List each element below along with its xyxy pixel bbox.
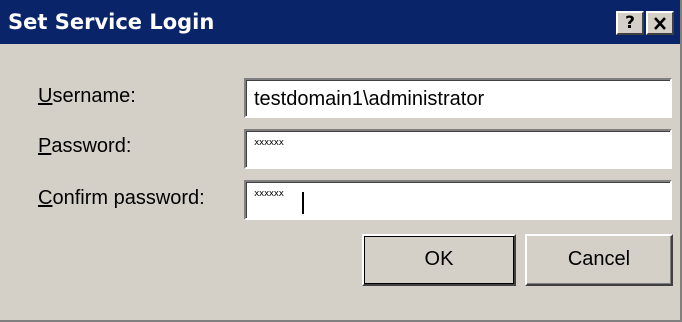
password-masked-value: xxxxxx xyxy=(254,138,284,148)
password-label-mnemonic: P xyxy=(38,135,52,157)
username-label-text: sername: xyxy=(52,85,136,107)
close-icon xyxy=(654,17,666,30)
username-label: Username: xyxy=(38,84,136,108)
password-label: Password: xyxy=(38,134,131,158)
confirm-password-label: Confirm password: xyxy=(38,186,205,210)
dialog-title: Set Service Login xyxy=(8,10,215,34)
title-bar[interactable]: Set Service Login ? xyxy=(0,0,680,44)
username-input[interactable]: testdomain1\administrator xyxy=(244,78,672,118)
confirm-label-text: onfirm password: xyxy=(52,187,205,209)
help-button[interactable]: ? xyxy=(616,11,644,35)
text-caret xyxy=(302,192,304,214)
password-label-text: assword: xyxy=(51,135,132,157)
close-button[interactable] xyxy=(646,11,674,35)
confirm-label-mnemonic: C xyxy=(38,187,53,209)
ok-button[interactable]: OK xyxy=(362,234,516,286)
confirm-password-masked-value: xxxxxx xyxy=(254,189,284,199)
username-label-mnemonic: U xyxy=(38,85,53,107)
confirm-password-input[interactable]: xxxxxx xyxy=(244,180,672,220)
username-value: testdomain1\administrator xyxy=(254,88,485,110)
set-service-login-dialog: Set Service Login ? Username: testdomain… xyxy=(0,0,682,322)
password-input[interactable]: xxxxxx xyxy=(244,129,672,169)
cancel-button[interactable]: Cancel xyxy=(525,234,673,286)
